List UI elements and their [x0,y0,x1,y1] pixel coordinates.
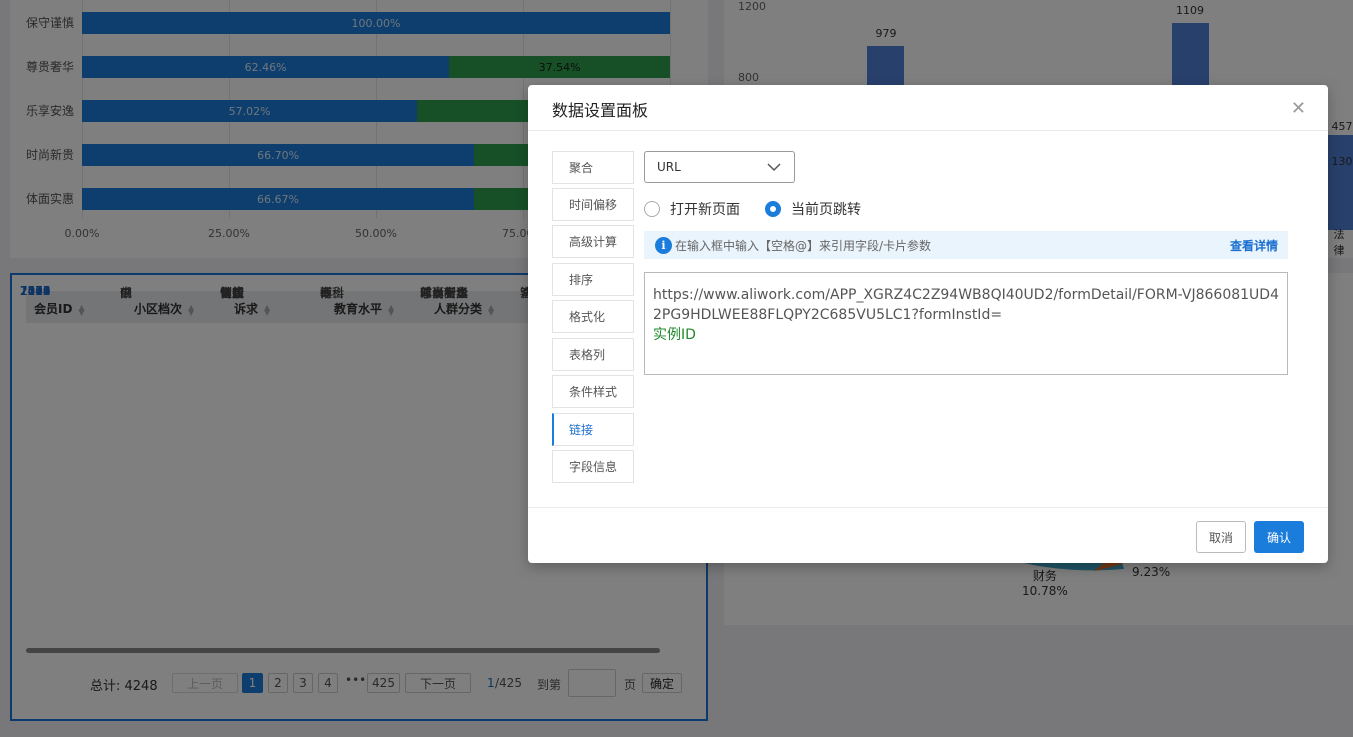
modal-footer: 取消 确认 [528,507,1328,563]
link-type-select[interactable]: URL [644,151,795,183]
tab-advanced-calc[interactable]: 高级计算 [552,225,634,258]
url-field-token[interactable]: 实例ID [653,325,1279,345]
modal-header: 数据设置面板 ✕ [528,85,1328,131]
radio-open-new-page[interactable]: 打开新页面 [644,199,740,219]
radio-circle [765,201,781,217]
url-text: https://www.aliwork.com/APP_XGRZ4C2Z94WB… [653,287,1279,323]
info-banner: i 在输入框中输入【空格@】来引用字段/卡片参数 查看详情 [644,231,1288,259]
view-details-link[interactable]: 查看详情 [1230,237,1278,254]
radio-current-page[interactable]: 当前页跳转 [765,199,861,219]
confirm-button[interactable]: 确认 [1254,521,1304,553]
close-icon[interactable]: ✕ [1291,98,1306,119]
data-settings-modal: 数据设置面板 ✕ 聚合 时间偏移 高级计算 排序 格式化 表格列 条件样式 链接… [528,85,1328,563]
cancel-button[interactable]: 取消 [1196,521,1246,553]
radio-circle [644,201,660,217]
tab-time-offset[interactable]: 时间偏移 [552,188,634,221]
modal-title: 数据设置面板 [552,101,649,120]
select-value: URL [657,160,681,174]
tab-table-columns[interactable]: 表格列 [552,338,634,371]
info-text: 在输入框中输入【空格@】来引用字段/卡片参数 [675,238,932,253]
url-input[interactable]: https://www.aliwork.com/APP_XGRZ4C2Z94WB… [644,272,1288,375]
tab-aggregate[interactable]: 聚合 [552,151,634,184]
tab-link[interactable]: 链接 [552,413,634,446]
tab-sort[interactable]: 排序 [552,263,634,296]
tab-format[interactable]: 格式化 [552,300,634,333]
radio-label: 打开新页面 [670,202,740,218]
tab-field-info[interactable]: 字段信息 [552,450,634,483]
chevron-down-icon [767,163,781,172]
radio-label: 当前页跳转 [791,202,861,218]
tab-conditional-style[interactable]: 条件样式 [552,375,634,408]
info-icon: i [655,236,672,254]
